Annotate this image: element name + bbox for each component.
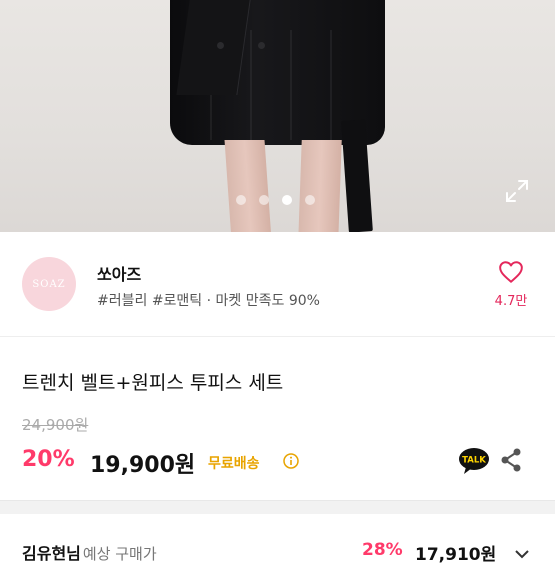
expected-price-bar[interactable]: 김유현님 예상 구매가 28% 17,910원 — [0, 514, 555, 565]
coat-button — [217, 42, 224, 49]
pagination-dot[interactable] — [259, 195, 269, 205]
product-title: 트렌치 벨트+원피스 투피스 세트 — [22, 372, 284, 394]
info-icon[interactable] — [283, 453, 299, 469]
expected-price: 17,910원 — [415, 545, 497, 565]
leg — [298, 140, 342, 232]
shop-tags: #러블리 #로맨틱 · 마켓 만족도 90% — [97, 293, 320, 309]
discount-rate: 20% — [22, 447, 75, 472]
free-shipping-badge: 무료배송 — [208, 456, 260, 472]
shop-row[interactable]: SOAZ 쏘아즈 #러블리 #로맨틱 · 마켓 만족도 90% 4.7만 — [0, 232, 555, 337]
expected-discount: 28% — [362, 540, 403, 560]
image-pagination — [236, 195, 315, 205]
expected-price-label: 김유현님 예상 구매가 — [22, 540, 157, 564]
chevron-down-icon[interactable] — [512, 544, 532, 564]
sale-price: 19,900원 — [90, 453, 196, 478]
like-button[interactable]: 4.7만 — [486, 258, 536, 312]
heart-icon — [499, 261, 523, 283]
shop-name[interactable]: 쏘아즈 — [97, 261, 141, 285]
like-count: 4.7만 — [494, 294, 528, 309]
original-price: 24,900원 — [22, 416, 89, 434]
share-icon[interactable] — [499, 447, 523, 473]
pagination-dot-active[interactable] — [282, 195, 292, 205]
talk-label: TALK — [462, 456, 486, 466]
user-name: 김유현님 — [22, 544, 81, 563]
product-image[interactable] — [0, 0, 555, 232]
shop-logo[interactable]: SOAZ — [22, 257, 76, 311]
expand-icon[interactable] — [504, 178, 530, 204]
kakao-talk-icon: TALK — [459, 448, 489, 474]
expected-price-sublabel: 예상 구매가 — [82, 545, 157, 563]
pagination-dot[interactable] — [305, 195, 315, 205]
leg — [224, 140, 272, 232]
section-divider — [0, 500, 555, 514]
pagination-dot[interactable] — [236, 195, 246, 205]
kakao-talk-button[interactable]: TALK — [458, 447, 490, 475]
coat-button — [258, 42, 265, 49]
